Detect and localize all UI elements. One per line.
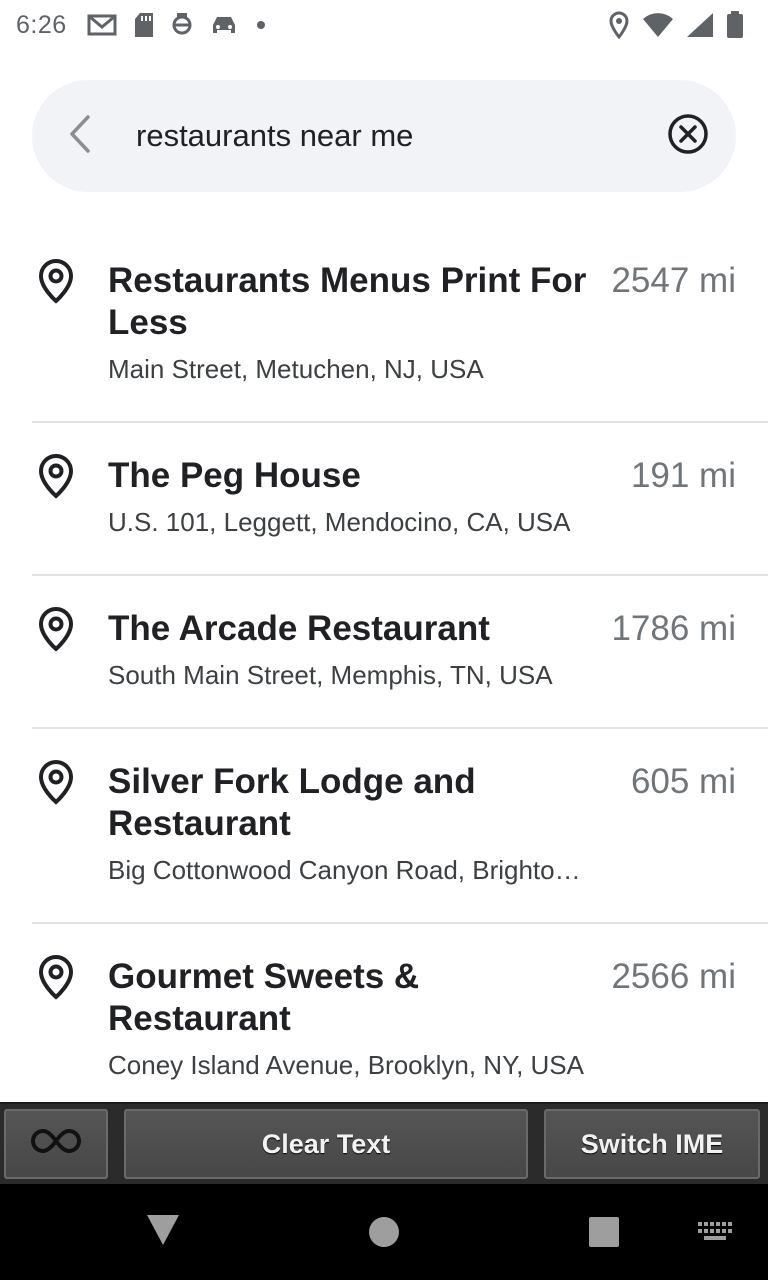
status-bar: 6:26 — [0, 0, 768, 50]
notification-icons — [87, 12, 267, 38]
infinity-icon — [31, 1128, 81, 1161]
clear-circle-icon — [667, 113, 709, 160]
result-distance: 1786 mi — [611, 609, 736, 648]
battery-icon — [726, 11, 744, 39]
signal-icon — [686, 12, 714, 38]
result-address: Big Cottonwood Canyon Road, Brighto… — [108, 855, 581, 885]
location-icon — [608, 11, 630, 39]
result-address: Main Street, Metuchen, NJ, USA — [108, 354, 484, 384]
result-item[interactable]: The Arcade Restaurant 1786 mi South Main… — [32, 576, 768, 729]
search-input[interactable] — [128, 106, 640, 166]
result-title: Silver Fork Lodge and Restaurant — [108, 762, 476, 843]
ime-infinity-button[interactable] — [4, 1109, 108, 1179]
dot-icon — [255, 19, 267, 31]
result-address: U.S. 101, Leggett, Mendocino, CA, USA — [108, 507, 571, 537]
switch-ime-button[interactable]: Switch IME — [544, 1109, 760, 1179]
result-item[interactable]: Silver Fork Lodge and Restaurant 605 mi … — [32, 729, 768, 924]
result-title: Restaurants Menus Print For Less — [108, 261, 587, 342]
result-item[interactable]: Restaurants Menus Print For Less 2547 mi… — [32, 228, 768, 423]
clear-search-button[interactable] — [640, 80, 736, 192]
chevron-left-icon — [66, 114, 94, 159]
result-distance: 2547 mi — [611, 261, 736, 300]
location-pin-icon — [36, 954, 76, 1000]
sync-icon — [171, 12, 193, 38]
sd-card-icon — [133, 12, 155, 38]
result-address: South Main Street, Memphis, TN, USA — [108, 660, 553, 690]
result-title: The Peg House — [108, 456, 361, 495]
navigation-bar — [0, 1184, 768, 1280]
status-time: 6:26 — [16, 10, 67, 39]
result-address: Coney Island Avenue, Brooklyn, NY, USA — [108, 1050, 584, 1080]
results-list: Restaurants Menus Print For Less 2547 mi… — [0, 228, 768, 1102]
result-title: Gourmet Sweets & Restaurant — [108, 957, 420, 1038]
result-distance: 2566 mi — [611, 957, 736, 996]
location-pin-icon — [36, 606, 76, 652]
car-icon — [209, 13, 239, 37]
clear-text-button[interactable]: Clear Text — [124, 1109, 528, 1179]
back-button[interactable] — [32, 80, 128, 192]
location-pin-icon — [36, 453, 76, 499]
gmail-icon — [87, 13, 117, 37]
search-bar — [32, 80, 736, 192]
result-item[interactable]: Gourmet Sweets & Restaurant 2566 mi Cone… — [32, 924, 768, 1102]
location-pin-icon — [36, 258, 76, 304]
result-title: The Arcade Restaurant — [108, 609, 490, 648]
system-icons — [608, 11, 752, 39]
result-item[interactable]: The Peg House 191 mi U.S. 101, Leggett, … — [32, 423, 768, 576]
ime-toolbar: Clear Text Switch IME — [0, 1102, 768, 1184]
result-distance: 605 mi — [630, 762, 736, 801]
result-distance: 191 mi — [630, 456, 736, 495]
location-pin-icon — [36, 759, 76, 805]
wifi-icon — [642, 12, 674, 38]
